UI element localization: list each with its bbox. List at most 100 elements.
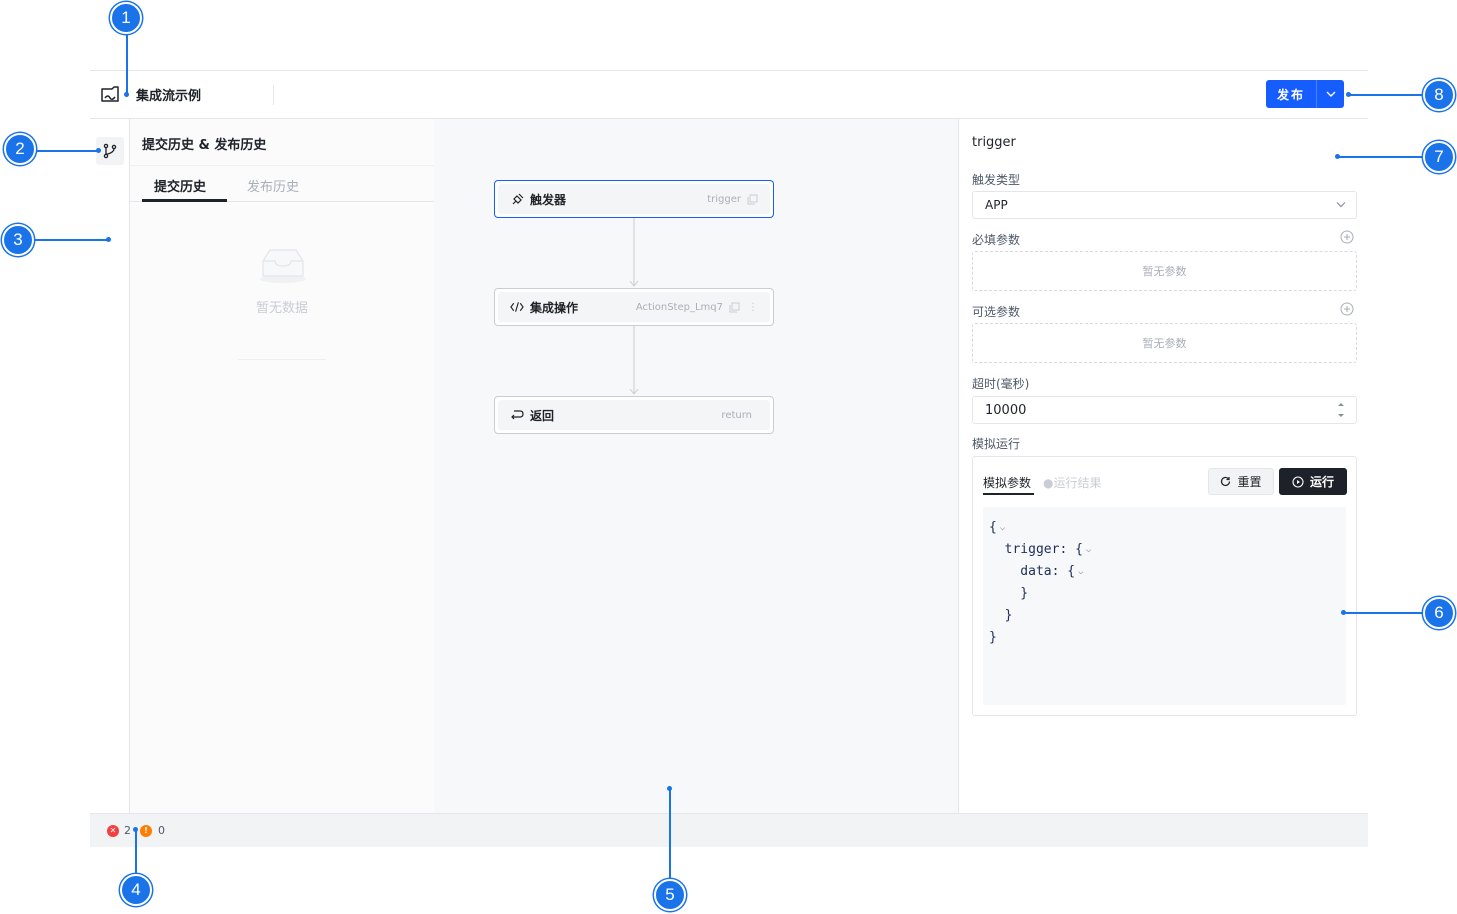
status-bar: ✕ 2 ! 0 <box>90 813 1368 847</box>
flow-edge <box>629 218 639 288</box>
add-required-param-icon[interactable] <box>1340 230 1354 244</box>
callout-line <box>36 150 98 152</box>
trigger-type-select[interactable]: APP <box>972 191 1357 219</box>
callout-6: 6 <box>1423 597 1455 629</box>
tab-commit-history[interactable]: 提交历史 <box>154 176 206 195</box>
active-tab-indicator <box>983 493 1034 495</box>
history-panel: 提交历史 & 发布历史 提交历史 发布历史 暂无数据 <box>130 119 434 813</box>
timeout-label: 超时(毫秒) <box>972 377 1030 391</box>
publish-button[interactable]: 发布 <box>1266 80 1316 108</box>
empty-inbox-icon <box>260 249 306 283</box>
flow-node-trigger[interactable]: 触发器 trigger <box>494 180 774 218</box>
left-rail <box>90 119 130 813</box>
app-title: 集成流示例 <box>136 89 202 104</box>
number-stepper-icon[interactable] <box>1336 399 1346 421</box>
fold-icon[interactable]: ⌵ <box>1000 517 1005 539</box>
callout-3: 3 <box>2 224 34 256</box>
publish-button-group: 发布 <box>1266 80 1344 108</box>
trigger-type-label: 触发类型 <box>972 173 1021 187</box>
empty-text: 暂无数据 <box>255 301 308 316</box>
node-id: trigger <box>707 193 741 205</box>
json-editor[interactable]: {⌵ trigger: {⌵ data: {⌵ } } } <box>983 507 1346 705</box>
required-params-label: 必填参数 <box>972 233 1021 247</box>
flow-canvas[interactable]: 触发器 trigger 集成操作 ActionStep_Lmq7 ⋮ 返回 re… <box>434 119 958 813</box>
code-icon <box>510 300 524 314</box>
timeout-value: 10000 <box>985 402 1027 418</box>
optional-params-empty: 暂无参数 <box>972 323 1357 363</box>
callout-line <box>126 34 128 94</box>
flow-edge <box>629 326 639 396</box>
code-line: } <box>989 630 997 645</box>
flow-node-return[interactable]: 返回 return <box>494 396 774 434</box>
play-circle-icon <box>1292 475 1304 488</box>
node-label: 返回 <box>530 408 555 423</box>
reset-button[interactable]: 重置 <box>1208 468 1274 495</box>
app-logo-icon <box>99 84 121 106</box>
git-branch-icon <box>103 143 117 159</box>
timeout-input[interactable]: 10000 <box>972 396 1357 424</box>
properties-panel: trigger 触发类型 APP 必填参数 暂无参数 可选参数 暂无参数 超时(… <box>958 119 1368 813</box>
node-label: 集成操作 <box>530 300 579 315</box>
copy-icon[interactable] <box>747 194 758 205</box>
callout-5: 5 <box>654 879 686 911</box>
trigger-type-value: APP <box>985 198 1008 212</box>
empty-divider <box>238 359 326 360</box>
callout-line <box>1344 612 1424 614</box>
trigger-icon <box>510 192 524 206</box>
reset-label: 重置 <box>1237 475 1262 489</box>
copy-icon[interactable] <box>729 302 740 313</box>
warning-count[interactable]: 0 <box>158 824 165 837</box>
app-window: 集成流示例 发布 提交历史 & 发布历史 提交历史 发布历史 暂无数据 触发器 … <box>90 70 1368 847</box>
simulate-label: 模拟运行 <box>972 437 1021 451</box>
warning-icon[interactable]: ! <box>140 824 152 837</box>
callout-4: 4 <box>120 874 152 906</box>
top-bar: 集成流示例 发布 <box>90 71 1368 119</box>
chevron-down-icon <box>1336 202 1346 208</box>
flow-node-action[interactable]: 集成操作 ActionStep_Lmq7 ⋮ <box>494 288 774 326</box>
callout-dot <box>1335 154 1340 159</box>
node-id: ActionStep_Lmq7 <box>635 301 723 313</box>
callout-dot <box>667 786 672 791</box>
error-icon[interactable]: ✕ <box>107 824 119 837</box>
publish-dropdown-button[interactable] <box>1316 80 1344 108</box>
callout-2: 2 <box>4 133 36 165</box>
required-params-empty: 暂无参数 <box>972 251 1357 291</box>
top-divider <box>273 85 274 105</box>
node-id: return <box>721 409 752 421</box>
callout-dot <box>124 92 129 97</box>
callout-line <box>1349 94 1424 96</box>
history-panel-title: 提交历史 & 发布历史 <box>142 138 267 153</box>
tab-run-result[interactable]: ●运行结果 <box>1043 474 1101 491</box>
optional-params-label: 可选参数 <box>972 305 1021 319</box>
run-label: 运行 <box>1309 475 1334 489</box>
callout-dot <box>1341 610 1346 615</box>
callout-line <box>1338 156 1424 158</box>
code-line: } <box>989 586 1029 601</box>
error-count[interactable]: 2 <box>124 824 131 837</box>
history-tabs: 提交历史 发布历史 <box>130 165 434 202</box>
active-tab-indicator <box>142 199 227 202</box>
callout-line <box>669 788 671 880</box>
callout-dot <box>106 237 111 242</box>
callout-line <box>34 239 108 241</box>
fold-icon[interactable]: ⌵ <box>1078 561 1083 583</box>
tab-publish-history[interactable]: 发布历史 <box>247 176 299 195</box>
callout-dot <box>133 827 138 832</box>
callout-dot <box>1346 92 1351 97</box>
fold-icon[interactable]: ⌵ <box>1086 539 1091 561</box>
add-optional-param-icon[interactable] <box>1340 302 1354 316</box>
return-icon <box>510 408 524 422</box>
tab-sim-params[interactable]: 模拟参数 <box>983 474 1031 491</box>
simulate-box: 模拟参数 ●运行结果 重置 运行 {⌵ trigger: {⌵ data: {⌵… <box>972 456 1357 716</box>
code-line: trigger: { <box>989 542 1083 557</box>
callout-1: 1 <box>110 2 142 34</box>
code-line: } <box>989 608 1013 623</box>
more-icon[interactable]: ⋮ <box>748 302 758 313</box>
node-label: 触发器 <box>530 192 567 207</box>
run-button[interactable]: 运行 <box>1279 468 1347 495</box>
refresh-icon <box>1221 476 1231 487</box>
callout-dot <box>96 148 101 153</box>
chevron-down-icon <box>1326 91 1335 97</box>
callout-7: 7 <box>1423 141 1455 173</box>
callout-line <box>135 830 137 874</box>
